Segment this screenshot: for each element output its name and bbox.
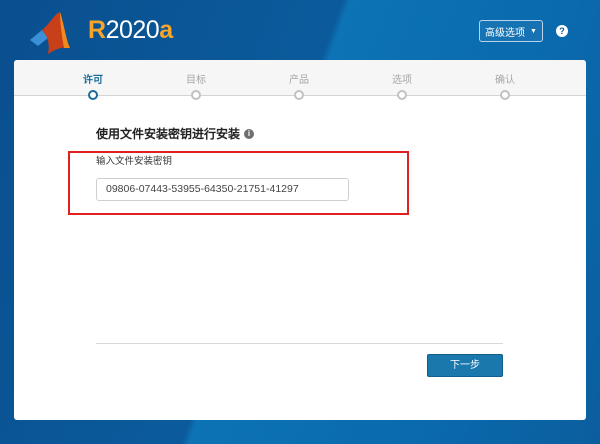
step-1-dot xyxy=(191,90,201,100)
step-4-label: 确认 xyxy=(495,75,515,86)
step-0-dot xyxy=(88,90,98,100)
page-title: 使用文件安装密钥进行安装 i xyxy=(96,125,255,142)
step-3-label: 选项 xyxy=(392,75,412,86)
help-icon[interactable]: ? xyxy=(556,25,568,37)
step-0-label: 许可 xyxy=(83,75,103,86)
step-4-dot xyxy=(500,90,510,100)
next-button[interactable]: 下一步 xyxy=(427,354,503,377)
advanced-options-label: 高级选项 xyxy=(485,27,526,39)
step-3-dot xyxy=(397,90,407,100)
advanced-options-button[interactable]: 高级选项 ▼ xyxy=(479,20,543,42)
version-label: R2020a xyxy=(88,16,173,44)
caret-down-icon: ▼ xyxy=(530,27,537,35)
license-key-input[interactable]: 09806-07443-53955-64350-21751-41297 xyxy=(96,178,349,201)
installer-card: 许可 目标 产品 选项 确认 使用文件安装密钥进行安装 i 输入文件安装密钥 09806-… xyxy=(14,60,586,420)
step-2-label: 产品 xyxy=(289,75,309,86)
step-2-dot xyxy=(294,90,304,100)
step-1-label: 目标 xyxy=(186,75,206,86)
matlab-logo xyxy=(30,12,70,54)
info-icon[interactable]: i xyxy=(244,128,255,139)
key-field-label: 输入文件安装密钥 xyxy=(96,156,173,167)
divider xyxy=(96,343,503,344)
